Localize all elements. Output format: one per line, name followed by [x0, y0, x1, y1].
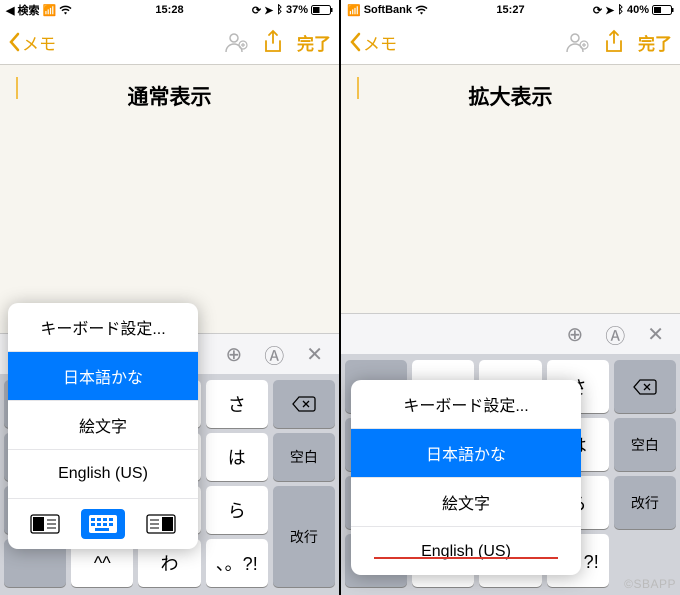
person-add-icon[interactable] — [564, 29, 590, 55]
close-icon[interactable]: ✕ — [647, 322, 664, 347]
nav-bar: メモ 完了 — [341, 20, 680, 65]
back-arrow-icon: ◀ — [6, 4, 14, 17]
backspace-key[interactable] — [273, 380, 335, 428]
layout-left-icon[interactable] — [23, 509, 67, 539]
space-key[interactable]: 空白 — [614, 418, 676, 471]
signal-icon: 📶 — [347, 4, 361, 17]
watermark: ©SBAPP — [624, 577, 676, 591]
back-label: メモ — [363, 30, 397, 55]
key-ha[interactable]: は — [206, 433, 268, 481]
status-bar: 📶 SoftBank 15:27 ⟳ ➤ ᛒ 40% — [341, 0, 680, 20]
nav-bar: メモ 完了 — [0, 20, 339, 65]
back-button[interactable]: メモ — [8, 30, 56, 55]
back-label: メモ — [22, 30, 56, 55]
signal-icon: 📶 — [42, 4, 56, 17]
bluetooth-icon: ᛒ — [276, 4, 283, 16]
sync-icon: ⟳ — [252, 4, 261, 17]
space-key[interactable]: 空白 — [273, 433, 335, 481]
carrier: SoftBank — [364, 4, 412, 16]
keyboard-settings[interactable]: キーボード設定... — [351, 380, 581, 428]
battery-percent: 40% — [627, 4, 649, 16]
battery-icon — [652, 5, 674, 15]
keyboard-japanese[interactable]: 日本語かな — [351, 428, 581, 477]
keyboard-emoji[interactable]: 絵文字 — [351, 477, 581, 526]
keyboard-english[interactable]: English (US) — [351, 526, 581, 575]
key-punc[interactable]: 、。?! — [206, 539, 268, 587]
keyboard-settings[interactable]: キーボード設定... — [8, 303, 198, 351]
done-button[interactable]: 完了 — [297, 30, 331, 55]
keyboard-switch-popup: キーボード設定... 日本語かな 絵文字 English (US) — [351, 380, 581, 575]
keyboard-japanese[interactable]: 日本語かな — [8, 351, 198, 400]
layout-right-icon[interactable] — [139, 509, 183, 539]
chevron-left-icon — [8, 32, 20, 52]
close-icon[interactable]: ✕ — [306, 342, 323, 367]
text-style-icon[interactable]: Ⓐ — [605, 320, 625, 349]
chevron-left-icon — [349, 32, 361, 52]
backspace-key[interactable] — [614, 360, 676, 413]
battery-percent: 37% — [286, 4, 308, 16]
battery-icon — [311, 5, 333, 15]
share-icon[interactable] — [263, 29, 283, 55]
page-title: 通常表示 — [16, 81, 323, 111]
layout-full-icon[interactable] — [81, 509, 125, 539]
page-title: 拡大表示 — [357, 81, 664, 111]
bluetooth-icon: ᛒ — [617, 4, 624, 16]
wifi-icon — [415, 5, 428, 15]
return-key[interactable]: 改行 — [614, 476, 676, 529]
keyboard-switch-popup: キーボード設定... 日本語かな 絵文字 English (US) — [8, 303, 198, 549]
text-cursor — [357, 77, 359, 99]
location-icon: ➤ — [264, 4, 273, 17]
location-icon: ➤ — [605, 4, 614, 17]
keyboard-layout-row — [8, 498, 198, 549]
carrier-prefix: 検索 — [17, 2, 39, 18]
share-icon[interactable] — [604, 29, 624, 55]
text-style-icon[interactable]: Ⓐ — [264, 340, 284, 369]
key-sa[interactable]: さ — [206, 380, 268, 428]
text-cursor — [16, 77, 18, 99]
back-button[interactable]: メモ — [349, 30, 397, 55]
wifi-icon — [59, 5, 72, 15]
keyboard-toolbar: ⊕ Ⓐ ✕ — [341, 313, 680, 354]
plus-icon[interactable]: ⊕ — [566, 322, 583, 347]
keyboard-english[interactable]: English (US) — [8, 449, 198, 498]
keyboard-emoji[interactable]: 絵文字 — [8, 400, 198, 449]
return-key[interactable]: 改行 — [273, 486, 335, 587]
status-bar: ◀ 検索 📶 15:28 ⟳ ➤ ᛒ 37% — [0, 0, 339, 20]
sync-icon: ⟳ — [593, 4, 602, 17]
person-add-icon[interactable] — [223, 29, 249, 55]
plus-icon[interactable]: ⊕ — [225, 342, 242, 367]
done-button[interactable]: 完了 — [638, 30, 672, 55]
underline-annotation — [374, 557, 558, 559]
key-ra[interactable]: ら — [206, 486, 268, 534]
